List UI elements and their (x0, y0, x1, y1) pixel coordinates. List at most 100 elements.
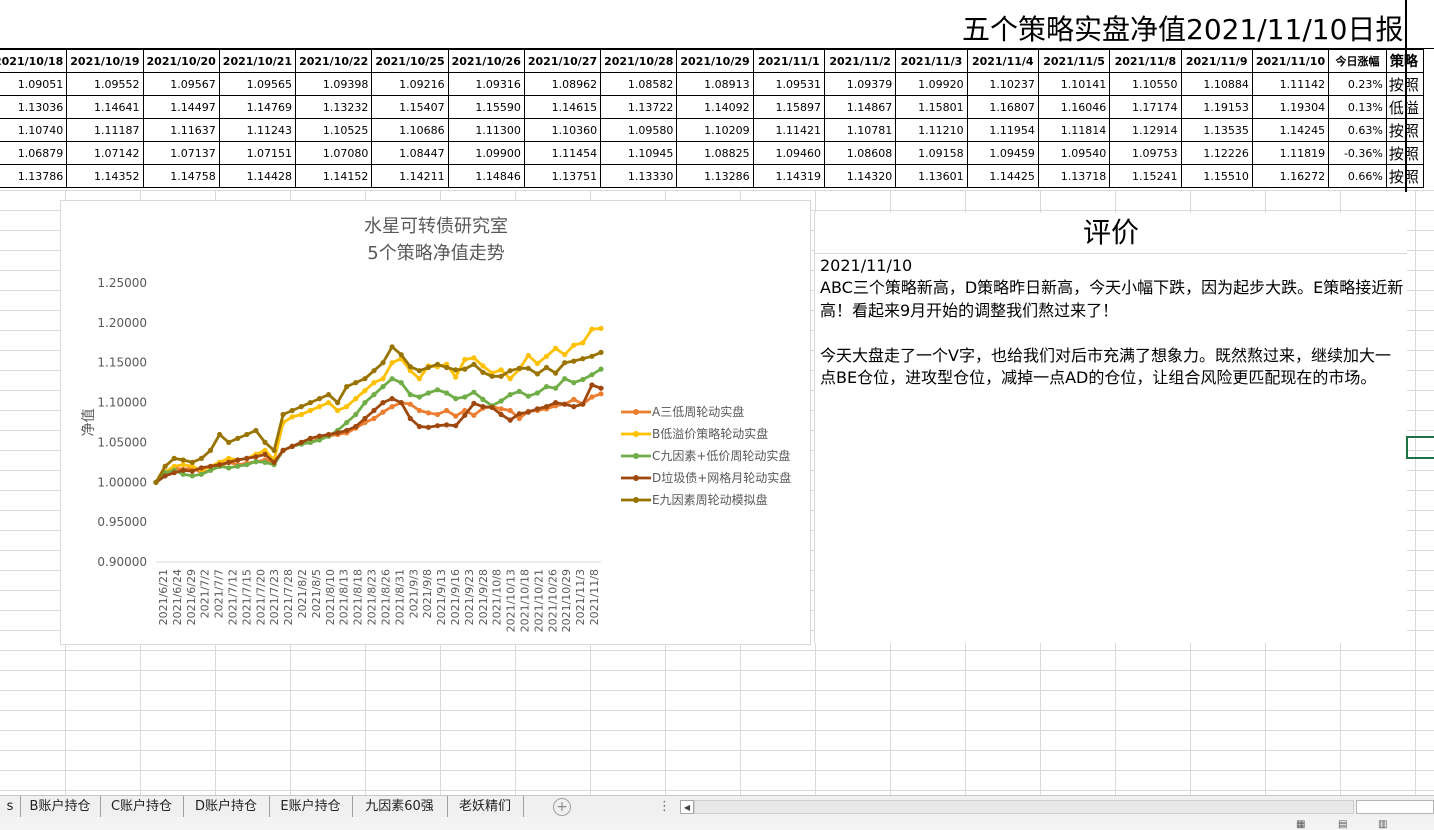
nav-cell[interactable]: 1.16272 (1251, 164, 1330, 188)
page-break-view-icon[interactable]: ▥ (1378, 820, 1392, 830)
nav-cell[interactable]: 1.09379 (823, 72, 897, 96)
date-header[interactable]: 2021/11/1 (752, 49, 825, 73)
nav-cell[interactable]: 1.14245 (1251, 118, 1330, 142)
page-layout-view-icon[interactable]: ▤ (1338, 820, 1352, 830)
nav-cell[interactable]: 1.15407 (371, 95, 449, 119)
nav-cell[interactable]: 1.07151 (218, 141, 297, 165)
date-header[interactable]: 2021/10/18 (0, 49, 68, 73)
nav-cell[interactable]: 1.13232 (295, 95, 373, 119)
nav-cell[interactable]: 1.11454 (523, 141, 602, 165)
date-header[interactable]: 2021/10/20 (142, 49, 220, 73)
nav-cell[interactable]: 1.10209 (676, 118, 754, 142)
nav-cell[interactable]: 1.14092 (676, 95, 754, 119)
nav-cell[interactable]: 1.10945 (600, 141, 678, 165)
selected-cell[interactable] (1406, 436, 1434, 459)
nav-cell[interactable]: 1.11243 (218, 118, 297, 142)
nav-cell[interactable]: 1.09540 (1037, 141, 1111, 165)
nav-cell[interactable]: 1.09567 (142, 72, 220, 96)
nav-cell[interactable]: 1.09552 (66, 72, 144, 96)
nav-cell[interactable]: 1.15510 (1180, 164, 1253, 188)
nav-cell[interactable]: 1.16046 (1037, 95, 1111, 119)
nav-cell[interactable]: 1.09900 (447, 141, 525, 165)
sheet-tab[interactable]: C账户持仓 (100, 796, 184, 817)
nav-cell[interactable]: 1.14152 (295, 164, 373, 188)
nav-cell[interactable]: 1.15897 (752, 95, 825, 119)
nav-cell[interactable]: 1.14846 (447, 164, 525, 188)
nav-cell[interactable]: 1.07137 (142, 141, 220, 165)
change-header[interactable]: 今日涨幅 (1328, 49, 1387, 73)
date-header[interactable]: 2021/11/10 (1251, 49, 1330, 73)
nav-cell[interactable]: 1.13535 (1180, 118, 1253, 142)
nav-cell[interactable]: 1.13786 (0, 164, 68, 188)
nav-cell[interactable]: 1.09580 (600, 118, 678, 142)
date-header[interactable]: 2021/10/21 (218, 49, 297, 73)
change-cell[interactable]: -0.36% (1328, 141, 1387, 165)
nav-cell[interactable]: 1.12914 (1109, 118, 1182, 142)
horizontal-scrollbar[interactable] (694, 800, 1354, 814)
nav-cell[interactable]: 1.14319 (752, 164, 825, 188)
tab-split-icon[interactable]: ⋮ (658, 796, 671, 817)
nav-cell[interactable]: 1.11210 (895, 118, 968, 142)
nav-cell[interactable]: 1.14320 (823, 164, 897, 188)
sheet-tab[interactable]: B账户持仓 (20, 796, 101, 817)
nav-cell[interactable]: 1.10237 (966, 72, 1039, 96)
nav-cell[interactable]: 1.11637 (142, 118, 220, 142)
nav-cell[interactable]: 1.10740 (0, 118, 68, 142)
nav-cell[interactable]: 1.09753 (1109, 141, 1182, 165)
horizontal-scroll-thumb[interactable] (1356, 800, 1434, 814)
date-header[interactable]: 2021/10/29 (676, 49, 754, 73)
nav-cell[interactable]: 1.10525 (295, 118, 373, 142)
change-cell[interactable]: 0.13% (1328, 95, 1387, 119)
nav-cell[interactable]: 1.11819 (1251, 141, 1330, 165)
nav-cell[interactable]: 1.13718 (1037, 164, 1111, 188)
date-header[interactable]: 2021/10/28 (600, 49, 678, 73)
nav-cell[interactable]: 1.19304 (1251, 95, 1330, 119)
nav-cell[interactable]: 1.14769 (218, 95, 297, 119)
sheet-tab[interactable]: s (0, 796, 21, 817)
nav-cell[interactable]: 1.19153 (1180, 95, 1253, 119)
nav-cell[interactable]: 1.09216 (371, 72, 449, 96)
nav-cell[interactable]: 1.14758 (142, 164, 220, 188)
nav-cell[interactable]: 1.09051 (0, 72, 68, 96)
nav-cell[interactable]: 1.14641 (66, 95, 144, 119)
date-header[interactable]: 2021/11/9 (1180, 49, 1253, 73)
nav-cell[interactable]: 1.09565 (218, 72, 297, 96)
nav-cell[interactable]: 1.11954 (966, 118, 1039, 142)
nav-cell[interactable]: 1.13286 (676, 164, 754, 188)
sheet-tab[interactable]: 九因素60强 (352, 796, 448, 817)
nav-chart[interactable]: 水星可转债研究室 5个策略净值走势 1.25000 1.20000 1.15000 1.1… (60, 200, 811, 645)
change-cell[interactable]: 0.66% (1328, 164, 1387, 188)
nav-cell[interactable]: 1.08913 (676, 72, 754, 96)
date-header[interactable]: 2021/11/5 (1037, 49, 1111, 73)
sheet-tab[interactable]: D账户持仓 (183, 796, 270, 817)
nav-cell[interactable]: 1.09460 (752, 141, 825, 165)
nav-cell[interactable]: 1.09316 (447, 72, 525, 96)
nav-cell[interactable]: 1.13722 (600, 95, 678, 119)
date-header[interactable]: 2021/10/22 (295, 49, 373, 73)
nav-cell[interactable]: 1.11814 (1037, 118, 1111, 142)
nav-cell[interactable]: 1.11300 (447, 118, 525, 142)
nav-cell[interactable]: 1.14425 (966, 164, 1039, 188)
nav-cell[interactable]: 1.14497 (142, 95, 220, 119)
nav-cell[interactable]: 1.13330 (600, 164, 678, 188)
date-header[interactable]: 2021/10/25 (371, 49, 449, 73)
nav-cell[interactable]: 1.07142 (66, 141, 144, 165)
date-header[interactable]: 2021/10/27 (523, 49, 602, 73)
nav-cell[interactable]: 1.14211 (371, 164, 449, 188)
nav-cell[interactable]: 1.14428 (218, 164, 297, 188)
nav-cell[interactable]: 1.09158 (895, 141, 968, 165)
nav-cell[interactable]: 1.09531 (752, 72, 825, 96)
nav-cell[interactable]: 1.11142 (1251, 72, 1330, 96)
sheet-tab[interactable]: 老妖精们 (447, 796, 524, 817)
date-header[interactable]: 2021/10/19 (66, 49, 144, 73)
nav-cell[interactable]: 1.08608 (823, 141, 897, 165)
change-cell[interactable]: 0.63% (1328, 118, 1387, 142)
nav-cell[interactable]: 1.08582 (600, 72, 678, 96)
normal-view-icon[interactable]: ▦ (1296, 820, 1310, 830)
nav-cell[interactable]: 1.11187 (66, 118, 144, 142)
nav-cell[interactable]: 1.14352 (66, 164, 144, 188)
nav-cell[interactable]: 1.11421 (752, 118, 825, 142)
nav-cell[interactable]: 1.16807 (966, 95, 1039, 119)
sheet-tab[interactable]: E账户持仓 (269, 796, 353, 817)
nav-cell[interactable]: 1.13751 (523, 164, 602, 188)
